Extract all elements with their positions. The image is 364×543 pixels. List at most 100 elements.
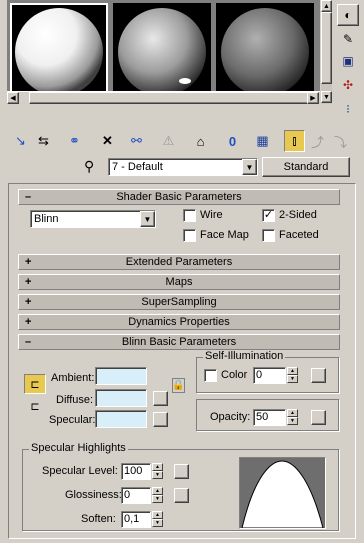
soften-label: Soften: [81,513,116,525]
sample-type-icon[interactable]: ◐ [337,4,359,26]
diffuse-color-swatch[interactable] [95,389,147,407]
vertical-scroll-thumb[interactable] [321,12,332,84]
ambient-label: Ambient: [51,372,95,384]
opacity-label: Opacity: [210,411,251,423]
faceted-checkbox[interactable] [262,229,275,242]
material-type-label: Standard [283,161,329,173]
material-name-field[interactable]: 7 - Default ▼ [108,158,258,176]
scroll-right-icon[interactable]: ▶ [307,92,319,104]
glossiness-label: Glossiness: [65,489,122,501]
rollout-toggle: + [25,296,32,308]
specular-color-swatch[interactable] [95,410,147,428]
rollout-toggle: – [25,191,32,203]
material-effects-channel-icon[interactable]: 0 [222,130,243,152]
opacity-map-button[interactable] [311,410,326,425]
specular-level-label: Specular Level: [42,465,118,477]
lock-ambient-diffuse-icon[interactable]: ⊏ [24,374,46,394]
specular-level-value: 100 [124,465,143,477]
scroll-thumb[interactable] [29,92,309,104]
assign-to-selection-icon[interactable]: ⚭ [64,130,85,152]
material-name-text: 7 - Default [112,161,163,173]
put-to-scene-icon[interactable]: ⇆ [33,130,54,152]
rollout-supersampling[interactable]: + SuperSampling [18,294,340,310]
material-type-button[interactable]: Standard [262,157,350,177]
opacity-value: 50 [256,411,269,423]
self-illum-color-checkbox[interactable] [204,369,217,382]
shader-type-select[interactable]: Blinn ▼ [30,210,156,228]
pick-material-icon[interactable]: ⚲ [84,158,94,175]
rollout-shader-basic[interactable]: – Shader Basic Parameters [18,189,340,205]
scroll-up-icon[interactable]: ▲ [321,0,332,12]
glossiness-value: 0 [124,489,131,501]
wire-checkbox[interactable] [183,209,196,222]
video-color-check-icon[interactable]: ⁝ [337,98,359,120]
diffuse-label: Diffuse: [56,394,94,406]
rollout-toggle: – [25,336,32,348]
two-sided-checkbox[interactable]: ✓ [262,209,275,222]
show-end-result-icon[interactable]: ⫾ [284,130,305,152]
chevron-down-icon[interactable]: ▼ [140,211,155,227]
rollout-title: Extended Parameters [125,256,233,268]
background-icon[interactable]: ▣ [337,50,359,72]
face-map-label: Face Map [200,229,249,241]
self-illum-spinner[interactable]: ▲ ▼ [287,367,298,383]
specular-level-map-button[interactable] [174,464,189,479]
lock-icon[interactable]: 🔒 [172,378,185,393]
glossiness-spinner[interactable]: ▲ ▼ [152,487,163,503]
chevron-down-icon[interactable]: ▼ [242,159,257,175]
face-map-checkbox[interactable] [183,229,196,242]
backlight-icon[interactable]: ✎ [337,28,359,50]
self-illum-map-button[interactable] [311,368,326,383]
sample-uv-tiling-icon[interactable]: ✣ [337,74,359,96]
self-illum-value-input[interactable]: 0 [253,367,286,384]
scroll-left-icon[interactable]: ◀ [7,92,19,104]
go-to-parent-icon[interactable]: ⤴ [307,130,328,152]
highlight-curve-graph [239,457,326,529]
diffuse-map-button[interactable] [153,391,168,406]
wire-label: Wire [200,209,223,221]
rollout-toggle: + [25,316,32,328]
soften-input[interactable]: 0,1 [121,511,151,528]
make-unique-icon[interactable]: ⚯ [126,130,147,152]
highlight-curve [241,460,324,529]
soften-spinner[interactable]: ▲ ▼ [152,511,163,527]
ambient-color-swatch[interactable] [95,367,147,385]
horizontal-scrollbar[interactable]: ◀ ▶ [7,91,320,104]
vertical-scrollbar[interactable]: ▲ ▼ [321,0,332,104]
specular-level-input[interactable]: 100 [121,463,151,480]
scroll-down-icon[interactable]: ▼ [321,91,332,103]
rollout-toggle: + [25,256,32,268]
self-illumination-title: Self-Illumination [203,350,286,362]
glossiness-map-button[interactable] [174,488,189,503]
opacity-spinner[interactable]: ▲ ▼ [287,409,298,425]
lock-diffuse-specular-icon[interactable]: ⊏ [24,396,46,416]
rollout-dynamics-properties[interactable]: + Dynamics Properties [18,314,340,330]
faceted-label: Faceted [279,229,319,241]
rollout-title: Blinn Basic Parameters [121,336,237,348]
sample-slot-3[interactable] [216,3,314,101]
reset-map-icon[interactable]: ✕ [97,130,118,152]
rollout-title: Maps [165,276,193,288]
glossiness-input[interactable]: 0 [121,487,151,504]
specular-level-spinner[interactable]: ▲ ▼ [152,463,163,479]
specular-label: Specular: [49,414,96,426]
specular-highlights-title: Specular Highlights [29,442,128,454]
soften-value: 0,1 [124,513,140,525]
opacity-input[interactable]: 50 [253,409,286,426]
rollout-title: SuperSampling [141,296,217,308]
self-illum-value: 0 [256,369,263,381]
self-illum-color-label: Color [221,369,248,381]
get-material-icon[interactable]: ↘ [10,130,31,152]
rollout-extended-parameters[interactable]: + Extended Parameters [18,254,340,270]
go-forward-to-sibling-icon[interactable]: ⤵ [330,130,351,152]
put-to-library-icon[interactable]: ⚠ [158,130,179,152]
material-id-channel-icon[interactable]: ⌂ [190,130,211,152]
rollout-blinn-basic[interactable]: – Blinn Basic Parameters [18,334,340,350]
sample-slot-1[interactable] [10,3,108,101]
sample-slot-2[interactable] [113,3,211,101]
specular-map-button[interactable] [153,412,168,427]
shader-type-value: Blinn [34,213,59,225]
rollout-toggle: + [25,276,32,288]
rollout-maps[interactable]: + Maps [18,274,340,290]
show-map-in-viewport-icon[interactable]: ▦ [252,130,273,152]
